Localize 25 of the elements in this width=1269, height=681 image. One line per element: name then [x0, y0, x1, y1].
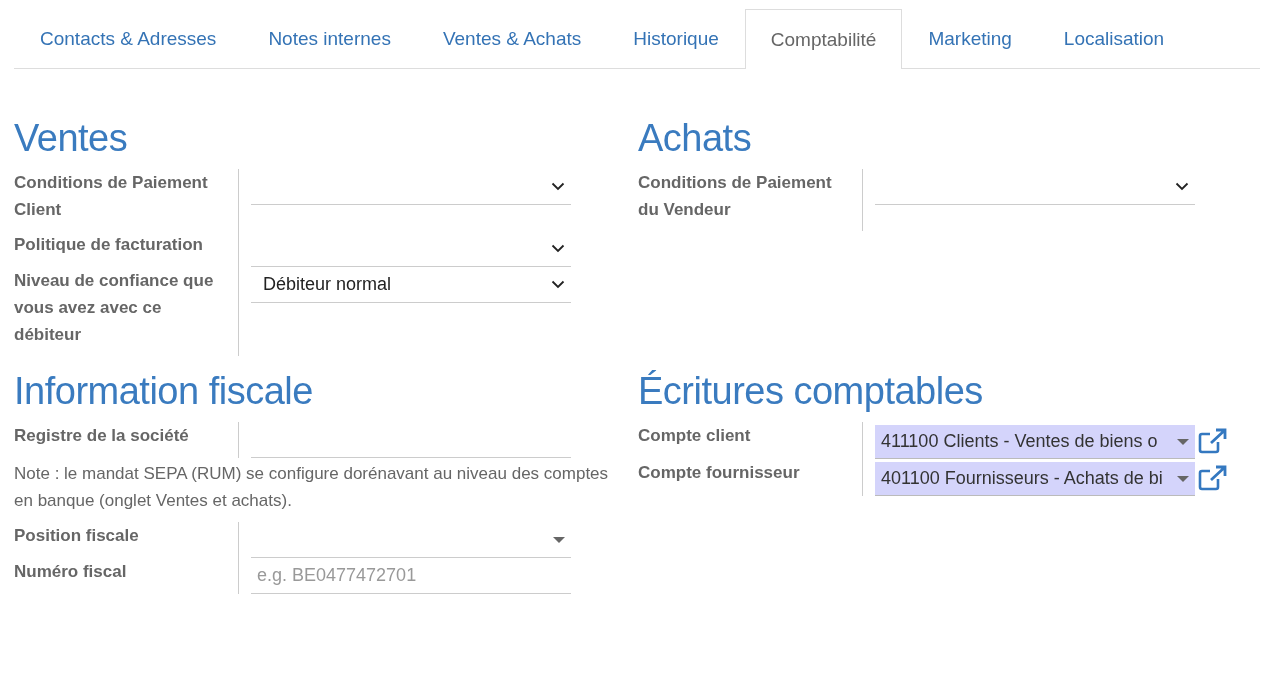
section-title: Ventes	[14, 116, 129, 161]
field-label: Politique de facturation	[14, 235, 203, 254]
field-label: Registre de la société	[14, 426, 189, 445]
tab[interactable]: Marketing	[902, 9, 1038, 68]
field-label: Niveau de confiance que vous avez avec ce débiteur	[14, 271, 214, 344]
field-label: Conditions de Paiement Client	[14, 173, 208, 219]
field-label: Compte fournisseur	[638, 463, 800, 482]
note-text: Note : le mandat SEPA (RUM) se configure dorénavant au niveau des comptes en banque (onglet Ventes et achats).	[14, 463, 610, 512]
tab[interactable]: Ventes & Achats	[416, 9, 608, 68]
tab[interactable]: Historique	[607, 9, 745, 68]
tab[interactable]: Localisation	[1037, 9, 1191, 68]
field-label: Numéro fiscal	[14, 562, 127, 581]
account-field[interactable]: 401100 Fournisseurs - Achats de bi	[875, 462, 1195, 496]
text-field[interactable]: e.g. BE0477472701	[251, 558, 571, 594]
tab[interactable]: Notes internes	[242, 9, 417, 68]
field-label: Position fiscale	[14, 526, 139, 545]
section-title: Information fiscale	[14, 369, 314, 414]
tab[interactable]: Contacts & Adresses	[14, 9, 243, 68]
section-title: Écritures comptables	[638, 369, 984, 414]
tab[interactable]: Comptabilité	[744, 9, 903, 69]
select-field[interactable]: Débiteur normal	[251, 267, 571, 303]
field-label: Conditions de Paiement du Vendeur	[638, 173, 832, 219]
account-field[interactable]: 411100 Clients - Ventes de biens o	[875, 425, 1195, 459]
section-title: Achats	[638, 116, 753, 161]
field-label: Compte client	[638, 426, 751, 445]
